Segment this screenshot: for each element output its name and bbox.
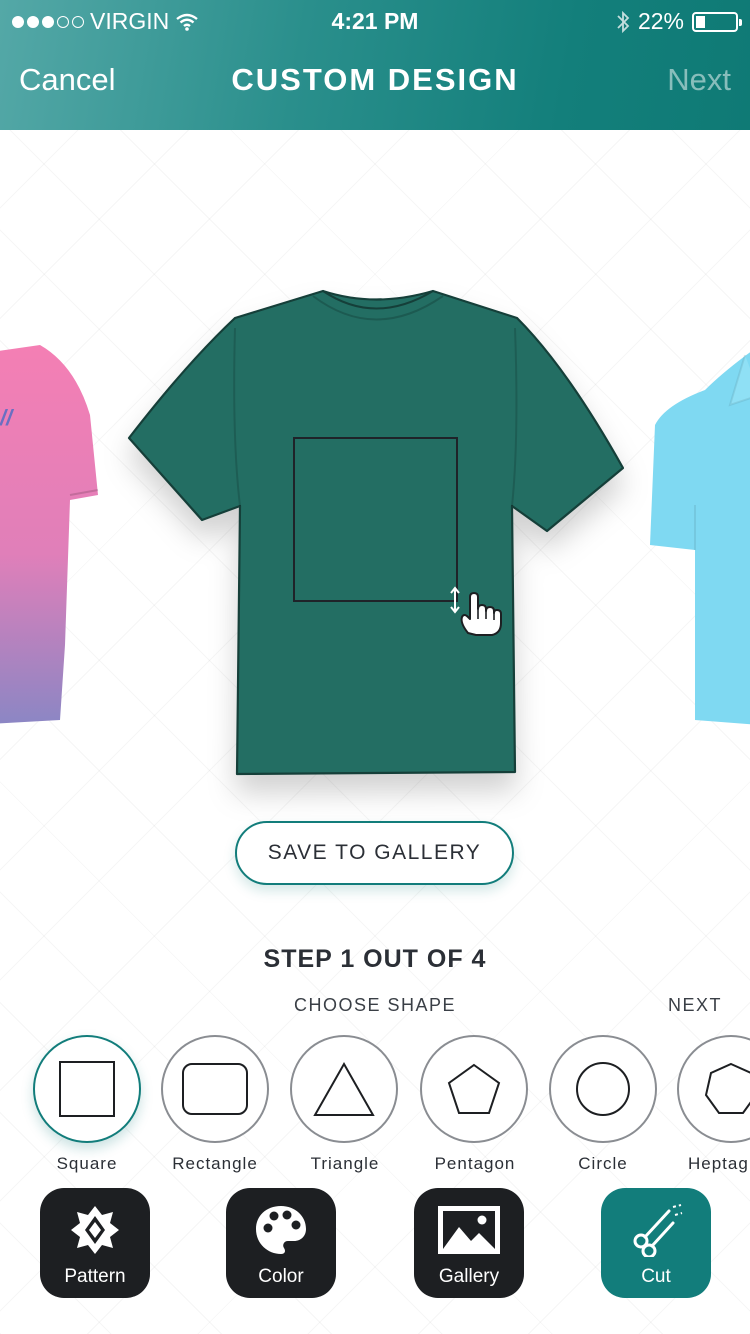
color-tool-label: Color (258, 1266, 304, 1287)
design-selection-box[interactable] (293, 437, 458, 602)
gallery-tool-button[interactable]: Gallery (414, 1188, 524, 1298)
gallery-tool-label: Gallery (438, 1266, 500, 1287)
step-subtitle: CHOOSE SHAPE (293, 995, 457, 1015)
circle-icon (576, 1062, 630, 1116)
palette-icon (256, 1206, 306, 1254)
battery-group: 22% (616, 8, 742, 35)
rounded-rectangle-icon (182, 1063, 248, 1115)
pattern-tool-label: Pattern (64, 1266, 126, 1287)
shape-label-circle: Circle (578, 1154, 628, 1173)
pattern-tool-button[interactable]: Pattern (40, 1188, 150, 1298)
page-title: CUSTOM DESIGN (231, 62, 519, 97)
cut-tool-button[interactable]: Cut (601, 1188, 711, 1298)
blue-polo-preview[interactable] (650, 345, 750, 725)
shape-option-square[interactable] (33, 1035, 141, 1143)
status-bar: VIRGIN 4:21 PM 22% (0, 0, 750, 40)
triangle-icon (313, 1061, 375, 1116)
save-to-gallery-button[interactable]: SAVE TO GALLERY (235, 821, 514, 885)
square-icon (59, 1061, 115, 1117)
battery-percent: 22% (637, 8, 684, 34)
pattern-icon (71, 1206, 119, 1254)
shape-label-pentagon: Pentagon (434, 1154, 516, 1173)
step-title: STEP 1 OUT OF 4 (263, 945, 487, 973)
shape-label-heptagon: Heptag (688, 1154, 749, 1173)
shape-option-triangle[interactable] (290, 1035, 398, 1143)
shape-label-rectangle: Rectangle (172, 1154, 258, 1173)
header: VIRGIN 4:21 PM 22% Cancel CUSTOM DESIGN … (0, 0, 750, 130)
shape-option-pentagon[interactable] (420, 1035, 528, 1143)
shape-option-heptagon[interactable] (677, 1035, 750, 1143)
shape-label-triangle: Triangle (310, 1154, 380, 1173)
next-step-link[interactable]: NEXT (668, 995, 722, 1016)
cut-tool-label: Cut (641, 1266, 671, 1287)
bluetooth-icon (617, 10, 630, 33)
scissors-icon (633, 1204, 683, 1257)
image-icon (438, 1206, 500, 1254)
pentagon-icon (447, 1063, 501, 1114)
resize-gesture-icon[interactable] (450, 585, 504, 637)
shape-option-rectangle[interactable] (161, 1035, 269, 1143)
color-tool-button[interactable]: Color (226, 1188, 336, 1298)
shape-option-circle[interactable] (549, 1035, 657, 1143)
shape-label-square: Square (56, 1154, 118, 1173)
pink-shirt-preview[interactable]: // (0, 345, 100, 725)
battery-icon (692, 11, 742, 32)
next-button[interactable]: Next (667, 62, 731, 98)
heptagon-icon (704, 1062, 750, 1114)
